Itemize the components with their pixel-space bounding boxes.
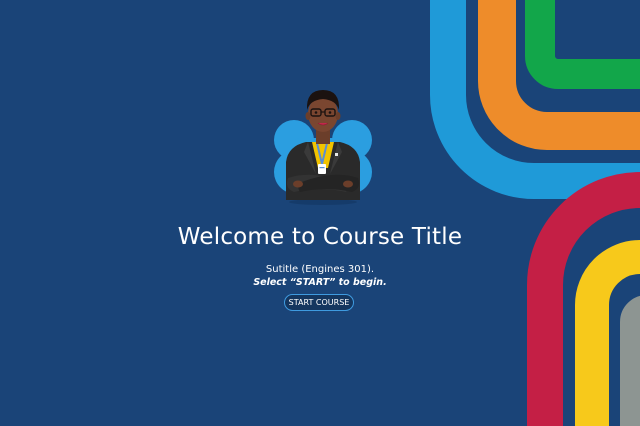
course-welcome-screen: Welcome to Course Title Sutitle (Engines…: [0, 0, 640, 426]
course-subtitle: Sutitle (Engines 301).: [265, 264, 375, 275]
stripe-green: [525, 0, 640, 89]
instructor-avatar: [272, 82, 374, 208]
decorative-stripes: [430, 0, 640, 426]
start-course-button[interactable]: START COURSE: [284, 294, 354, 311]
course-title: Welcome to Course Title: [177, 224, 463, 250]
stripe-gray: [620, 295, 640, 426]
start-instruction: Select “START” to begin.: [253, 277, 387, 288]
instructor-avatar-icon: [274, 90, 372, 205]
